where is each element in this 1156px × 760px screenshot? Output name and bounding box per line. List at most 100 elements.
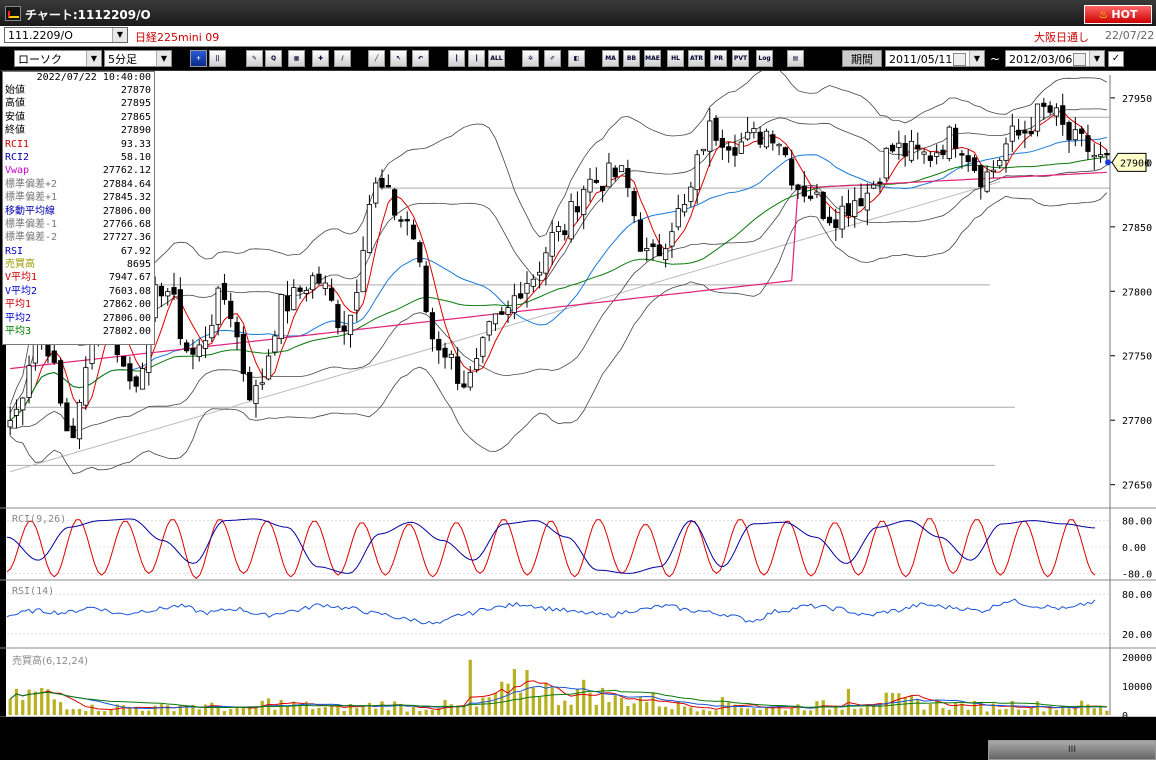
chevron-down-icon[interactable]: ▼ [1089, 51, 1104, 66]
volume-bar [626, 705, 630, 715]
volume-bar [783, 710, 788, 715]
price-chart[interactable]: 2765027700277502780027850279002795027900… [0, 71, 1156, 740]
all-label[interactable]: ALL [488, 50, 505, 67]
volume-bar [682, 706, 687, 715]
data-row: 標準偏差-1 27766.68 [3, 218, 154, 231]
data-row-label: 標準偏差-2 [5, 232, 58, 244]
period-button[interactable]: 期間 [842, 50, 882, 67]
grid-icon[interactable]: ▦ [288, 50, 305, 67]
settings-icon[interactable]: ✲ [522, 50, 539, 67]
bb-label[interactable]: BB [623, 50, 640, 67]
wrench-icon[interactable]: ✐ [544, 50, 561, 67]
chevron-down-icon[interactable]: ▼ [86, 51, 101, 66]
cross-icon[interactable]: ✚ [312, 50, 329, 67]
candle-body [297, 287, 303, 292]
candle-body [139, 368, 146, 390]
apply-checkbox[interactable]: ✓ [1108, 51, 1124, 67]
candle-body [291, 287, 297, 311]
panel-icon[interactable]: ▤ [787, 50, 804, 67]
candle-body [555, 226, 562, 233]
volume-tick-label: 20000 [1122, 653, 1152, 664]
hot-button[interactable]: ♨ HOT [1084, 5, 1152, 24]
candle-body [820, 191, 826, 219]
x-tick-label: 4 [354, 721, 360, 732]
candle-body [467, 372, 473, 388]
zoom-in-icon[interactable]: + [190, 50, 207, 67]
candle-body [442, 347, 448, 358]
magnify-icon[interactable]: Q [265, 50, 282, 67]
data-row-value: 58.10 [120, 151, 151, 163]
volume-tick-label: 10000 [1122, 682, 1152, 693]
volume-bar [185, 706, 189, 715]
time-axis-strip [0, 717, 1156, 740]
volume-bar [790, 708, 794, 715]
chart-type-select[interactable]: ローソク ▼ [14, 50, 102, 67]
grip-label: III [1068, 745, 1076, 755]
data-row: 終値 27890 [3, 124, 154, 137]
candle-body [984, 171, 990, 192]
volume-bar [878, 703, 882, 715]
draw-mode-icon[interactable]: ✎ [246, 50, 263, 67]
date-to-field[interactable]: 2012/03/06 ▼ [1005, 50, 1105, 67]
volume-bar [260, 700, 264, 715]
cursor-icon[interactable]: ↖ [390, 50, 407, 67]
data-row-label: Vwap [5, 165, 30, 177]
pvt-label[interactable]: PVT [732, 50, 749, 67]
pr-label[interactable]: PR [710, 50, 727, 67]
data-window: 2022/07/22 10:40:00 始値 27870 高値 27895 安値 2786… [2, 71, 155, 345]
volume-bar [393, 701, 397, 715]
candle-body [322, 282, 328, 289]
bar-width-icon[interactable]: || [209, 50, 226, 67]
range-separator: ~ [990, 52, 1001, 66]
candle-body [303, 290, 309, 294]
volume-bar [46, 689, 50, 715]
pen-icon[interactable]: / [334, 50, 351, 67]
y-tick-label: 27950 [1122, 94, 1152, 105]
interval-select[interactable]: 5分足 ▼ [104, 50, 172, 67]
chevron-down-icon[interactable]: ▼ [112, 28, 127, 42]
volume-bar [1073, 708, 1077, 715]
y-tick-label: 27750 [1122, 352, 1152, 363]
volume-bar [311, 709, 315, 715]
chevron-down-icon[interactable]: ▼ [969, 51, 984, 66]
calendar-icon[interactable] [1073, 53, 1086, 66]
log-label[interactable]: Log [756, 50, 773, 67]
volume-bar [563, 700, 567, 715]
calendar-icon[interactable] [953, 53, 966, 66]
candle-body [770, 134, 776, 144]
color-icon[interactable]: ◧ [568, 50, 585, 67]
candle-red-icon[interactable]: ┃ [468, 50, 485, 67]
hl-label[interactable]: HL [667, 50, 684, 67]
session-label: 大阪日通し [1034, 31, 1089, 44]
scrollbar-thumb[interactable]: III [988, 740, 1156, 760]
candle-body [581, 188, 587, 215]
candle-body [272, 335, 278, 353]
chevron-down-icon[interactable]: ▼ [156, 51, 171, 66]
data-row-value: 27870 [120, 85, 151, 96]
candle-body [543, 252, 549, 274]
data-row: 安値 27865 [3, 111, 154, 124]
volume-bar [84, 711, 88, 715]
line-tool-icon[interactable]: ╱ [368, 50, 385, 67]
mae-label[interactable]: MAE [644, 50, 661, 67]
symbol-bar: 111.2209/O ▼ 日経225mini 09 大阪日通し 22/07/22 [0, 26, 1156, 47]
atr-label[interactable]: ATR [688, 50, 705, 67]
candle-body [663, 248, 669, 261]
undo-icon[interactable]: ↶ [412, 50, 429, 67]
ma-label[interactable]: MA [602, 50, 619, 67]
volume-bar [922, 709, 926, 715]
rci-tick-label: -80.0 [1122, 569, 1152, 580]
candle-body [486, 321, 492, 336]
volume-bar [1054, 709, 1059, 715]
data-row-value: 27766.68 [102, 218, 151, 230]
candle-body [455, 356, 461, 384]
symbol-select[interactable]: 111.2209/O ▼ [4, 27, 128, 43]
candle-icon[interactable]: ┃ [448, 50, 465, 67]
date-from-field[interactable]: 2011/05/11 ▼ [885, 50, 985, 67]
data-row-label: 標準偏差+1 [5, 192, 58, 204]
data-row: 高値 27895 [3, 97, 154, 110]
candle-body [612, 167, 618, 178]
volume-bar [474, 706, 479, 715]
current-price-label: 27900 [1120, 158, 1150, 169]
volume-bar [65, 709, 69, 715]
